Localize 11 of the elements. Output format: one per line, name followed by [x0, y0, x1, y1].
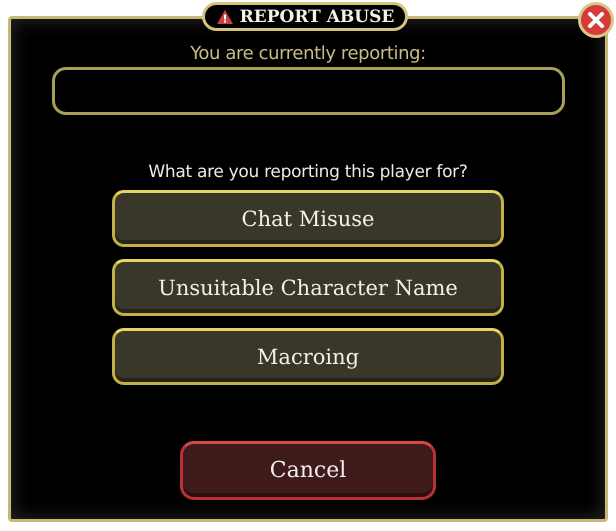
title-text: REPORT ABUSE: [240, 6, 394, 26]
close-icon: [587, 11, 605, 29]
question-text: What are you reporting this player for?: [148, 162, 468, 182]
report-reason-button[interactable]: Unsuitable Character Name: [112, 259, 504, 316]
cancel-button[interactable]: Cancel: [180, 441, 436, 500]
close-button[interactable]: [578, 2, 614, 38]
report-reason-button[interactable]: Chat Misuse: [112, 190, 504, 247]
reporting-label: You are currently reporting:: [190, 43, 426, 64]
report-reason-button[interactable]: Macroing: [112, 328, 504, 385]
warning-icon: [216, 8, 234, 24]
player-name-field[interactable]: [52, 67, 564, 115]
